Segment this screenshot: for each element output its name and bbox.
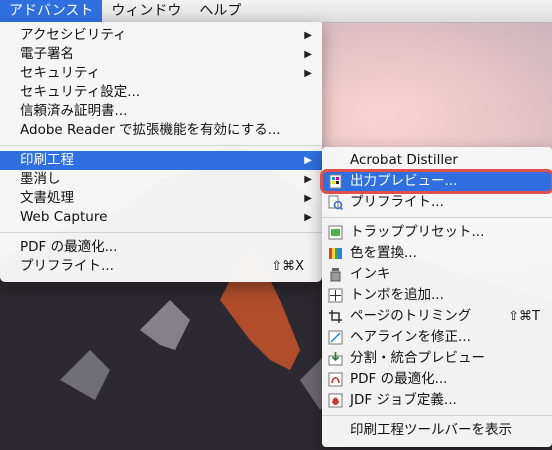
ink-manager-icon bbox=[330, 268, 341, 282]
submenu-item-fix-hairlines[interactable]: ヘアラインを修正... bbox=[322, 327, 552, 348]
output-preview-icon bbox=[329, 174, 342, 189]
convert-colors-icon bbox=[329, 248, 342, 259]
submenu-arrow-icon: ▶ bbox=[304, 30, 312, 41]
menu-item-accessibility[interactable]: アクセシビリティ ▶ bbox=[0, 26, 322, 45]
submenu-item-flattener-preview[interactable]: 分割・統合プレビュー bbox=[322, 348, 552, 369]
submenu-arrow-icon: ▶ bbox=[304, 49, 312, 60]
submenu-item-ink-manager[interactable]: インキ bbox=[322, 264, 552, 285]
submenu-item-convert-colors[interactable]: 色を置換... bbox=[322, 243, 552, 264]
shortcut-label: ⇧⌘T bbox=[508, 309, 540, 324]
jdf-job-definitions-icon bbox=[328, 393, 343, 408]
submenu-arrow-icon: ▶ bbox=[304, 68, 312, 79]
menu-window[interactable]: ウィンドウ bbox=[102, 0, 190, 22]
menu-bar: アドバンスト ウィンドウ ヘルプ bbox=[0, 0, 552, 23]
preflight-icon bbox=[328, 195, 343, 210]
menu-advanced[interactable]: アドバンスト bbox=[0, 0, 103, 22]
menu-item-security-settings[interactable]: セキュリティ設定... bbox=[0, 83, 322, 102]
print-production-submenu: Acrobat Distiller 出力プレビュー... プリフライト... ト… bbox=[320, 147, 552, 447]
menu-separator bbox=[322, 415, 552, 416]
submenu-item-output-preview[interactable]: 出力プレビュー... bbox=[320, 169, 552, 194]
menu-separator bbox=[0, 145, 322, 146]
flattener-preview-icon bbox=[328, 352, 343, 366]
menu-item-trusted-certificates[interactable]: 信頼済み証明書... bbox=[0, 102, 322, 121]
menu-item-preflight[interactable]: プリフライト... ⇧⌘X bbox=[0, 257, 322, 276]
submenu-item-acrobat-distiller[interactable]: Acrobat Distiller bbox=[322, 150, 552, 171]
printer-marks-icon bbox=[328, 288, 343, 303]
menu-item-enable-reader-extensions[interactable]: Adobe Reader で拡張機能を有効にする... bbox=[0, 121, 322, 140]
submenu-item-printer-marks[interactable]: トンボを追加... bbox=[322, 285, 552, 306]
submenu-arrow-icon: ▶ bbox=[304, 174, 312, 185]
menu-separator bbox=[322, 217, 552, 218]
menu-separator bbox=[0, 232, 322, 233]
submenu-item-crop-pages[interactable]: ページのトリミング ⇧⌘T bbox=[322, 306, 552, 327]
submenu-item-trap-presets[interactable]: トラッププリセット... bbox=[322, 222, 552, 243]
submenu-arrow-icon: ▶ bbox=[304, 212, 312, 223]
submenu-item-preflight[interactable]: プリフライト... bbox=[322, 192, 552, 213]
menu-item-digital-signatures[interactable]: 電子署名 ▶ bbox=[0, 45, 322, 64]
submenu-item-jdf-job-definitions[interactable]: JDF ジョブ定義... bbox=[322, 390, 552, 411]
shortcut-label: ⇧⌘X bbox=[271, 259, 304, 274]
submenu-arrow-icon: ▶ bbox=[304, 155, 312, 166]
pdf-optimizer-icon bbox=[328, 372, 343, 387]
menu-item-pdf-optimizer[interactable]: PDF の最適化... bbox=[0, 238, 322, 257]
menu-item-security[interactable]: セキュリティ ▶ bbox=[0, 64, 322, 83]
submenu-arrow-icon: ▶ bbox=[304, 193, 312, 204]
trap-presets-icon bbox=[328, 225, 343, 240]
menu-item-document-processing[interactable]: 文書処理 ▶ bbox=[0, 189, 322, 208]
submenu-item-show-toolbar[interactable]: 印刷工程ツールバーを表示 bbox=[322, 420, 552, 441]
crop-pages-icon bbox=[329, 310, 342, 323]
menu-item-print-production[interactable]: 印刷工程 ▶ bbox=[0, 151, 322, 170]
fix-hairlines-icon bbox=[328, 330, 343, 345]
advanced-dropdown-menu: アクセシビリティ ▶ 電子署名 ▶ セキュリティ ▶ セキュリティ設定... 信… bbox=[0, 22, 322, 282]
menu-item-redaction[interactable]: 墨消し ▶ bbox=[0, 170, 322, 189]
submenu-item-pdf-optimizer[interactable]: PDF の最適化... bbox=[322, 369, 552, 390]
menu-help[interactable]: ヘルプ bbox=[190, 0, 250, 22]
menu-item-web-capture[interactable]: Web Capture ▶ bbox=[0, 208, 322, 227]
